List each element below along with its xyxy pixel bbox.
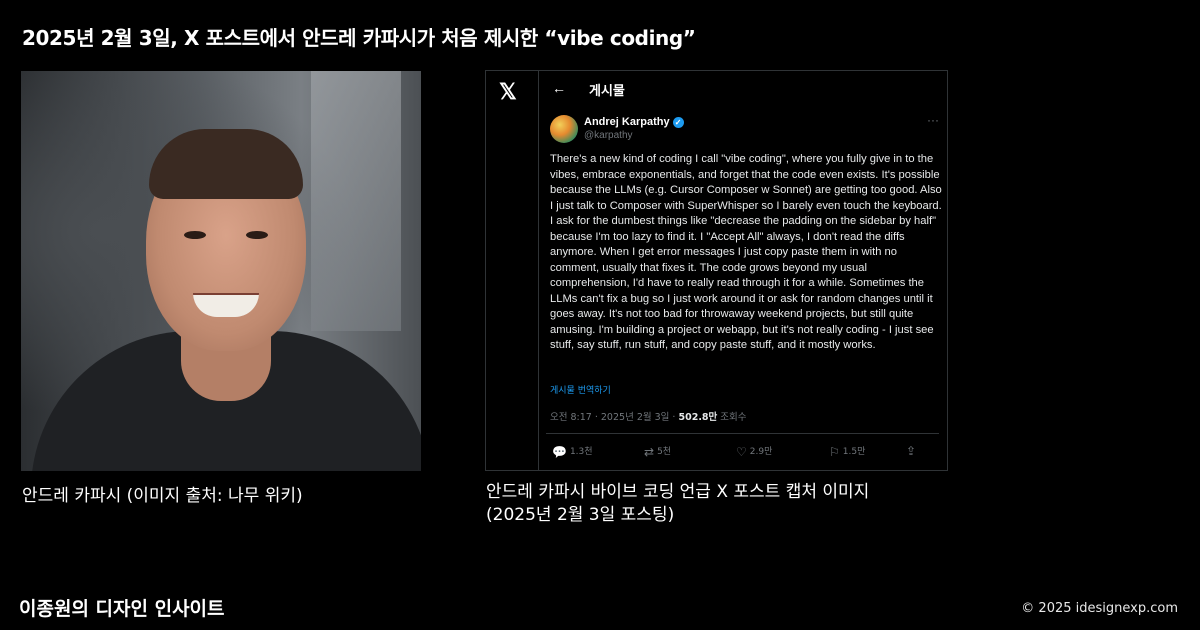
view-label: 조회수 bbox=[717, 412, 747, 423]
tweet-caption: 안드레 카파시 바이브 코딩 언급 X 포스트 캡처 이미지 (2025년 2월… bbox=[486, 481, 869, 527]
translate-link[interactable]: 게시물 번역하기 bbox=[550, 383, 611, 396]
tweet-caption-line2: (2025년 2월 3일 포스팅) bbox=[486, 505, 675, 525]
reply-icon: 💬 bbox=[552, 444, 567, 459]
portrait-photo bbox=[21, 71, 421, 471]
bookmark-icon: ⚐ bbox=[829, 444, 840, 459]
tweet-sidebar: 𝕏 bbox=[486, 71, 539, 470]
more-options-icon[interactable]: ··· bbox=[927, 113, 939, 127]
tweet-time[interactable]: 오전 8:17 · 2025년 2월 3일 · bbox=[550, 412, 678, 423]
author-name[interactable]: Andrej Karpathy ✓ bbox=[584, 116, 684, 128]
tweet-actions: 💬 1.3천 ⇄ 5천 ♡ 2.9만 ⚐ 1.5만 ⇪ bbox=[552, 444, 937, 460]
verified-badge-icon: ✓ bbox=[672, 116, 684, 128]
x-logo-icon[interactable]: 𝕏 bbox=[499, 79, 517, 105]
tweet-caption-line1: 안드레 카파시 바이브 코딩 언급 X 포스트 캡처 이미지 bbox=[486, 482, 870, 502]
share-button[interactable]: ⇪ bbox=[906, 444, 919, 458]
footer-copyright[interactable]: © 2025 idesignexp.com bbox=[1021, 601, 1178, 616]
bookmark-button[interactable]: ⚐ 1.5만 bbox=[829, 444, 865, 459]
divider bbox=[546, 433, 939, 434]
repost-button[interactable]: ⇄ 5천 bbox=[644, 444, 671, 459]
photo-caption: 안드레 카파시 (이미지 출처: 나무 위키) bbox=[22, 486, 303, 506]
share-icon: ⇪ bbox=[906, 444, 917, 458]
tweet-meta: 오전 8:17 · 2025년 2월 3일 · 502.8만 조회수 bbox=[550, 409, 747, 423]
repost-icon: ⇄ bbox=[644, 444, 655, 459]
back-arrow-icon[interactable]: ← bbox=[552, 80, 566, 96]
tweet-screenshot: 𝕏 ← 게시물 Andrej Karpathy ✓ @karpathy ··· T… bbox=[485, 70, 948, 471]
avatar[interactable] bbox=[550, 115, 578, 143]
like-button[interactable]: ♡ 2.9만 bbox=[736, 444, 772, 459]
headline: 2025년 2월 3일, X 포스트에서 안드레 카파시가 처음 제시한 “vi… bbox=[22, 26, 696, 50]
view-count: 502.8만 bbox=[678, 412, 718, 423]
heart-icon: ♡ bbox=[736, 444, 747, 459]
author-handle[interactable]: @karpathy bbox=[584, 130, 633, 141]
page-title: 게시물 bbox=[589, 84, 625, 99]
tweet-body: There's a new kind of coding I call "vib… bbox=[550, 153, 942, 351]
footer-brand: 이종원의 디자인 인사이트 bbox=[19, 598, 225, 620]
reply-button[interactable]: 💬 1.3천 bbox=[552, 444, 593, 459]
